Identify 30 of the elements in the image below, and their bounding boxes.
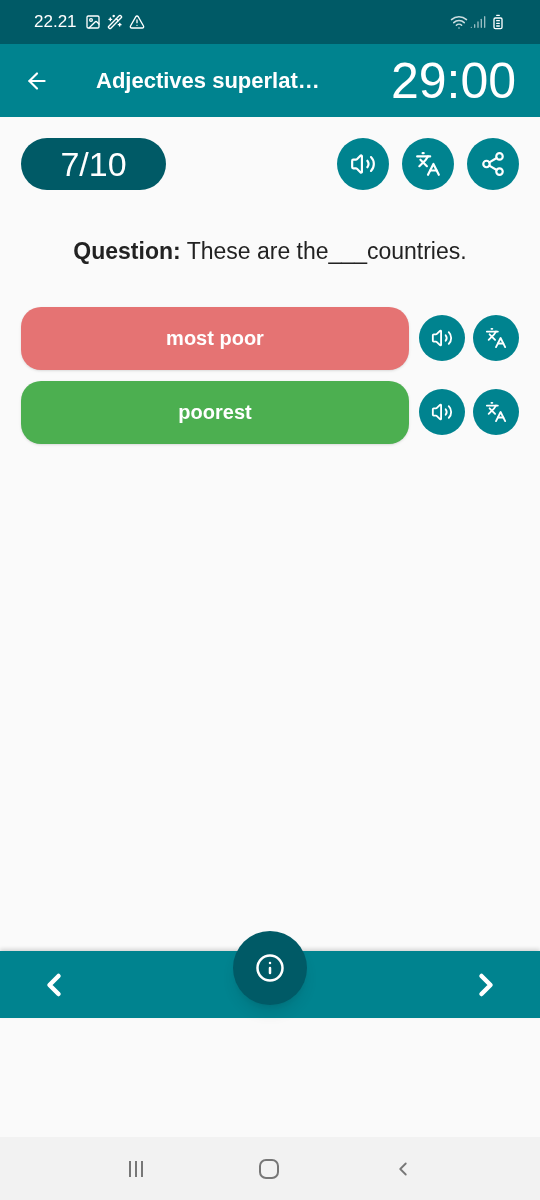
answer-option[interactable]: poorest: [21, 380, 409, 444]
translate-icon: [415, 151, 441, 177]
translate-icon: [485, 327, 507, 349]
translate-button[interactable]: [473, 315, 519, 361]
translate-button[interactable]: [402, 138, 454, 190]
progress-counter: 7/10: [21, 138, 166, 190]
share-button[interactable]: [467, 138, 519, 190]
status-time: 22.21: [34, 11, 77, 34]
wifi-icon: [450, 13, 468, 31]
answer-option[interactable]: most poor: [21, 306, 409, 370]
header-title: Adjectives superlat…: [96, 67, 320, 95]
image-icon: [84, 14, 101, 30]
wand-icon: [106, 14, 123, 30]
recent-apps-icon[interactable]: [126, 1158, 146, 1179]
warning-icon: [128, 14, 145, 30]
signal-icon: [470, 14, 486, 30]
timer: 29:00: [390, 55, 516, 106]
translate-button[interactable]: [473, 389, 519, 435]
speaker-icon: [350, 151, 376, 177]
share-icon: [480, 151, 506, 177]
info-icon: [255, 953, 285, 983]
speaker-button[interactable]: [419, 315, 465, 361]
home-icon[interactable]: [258, 1157, 280, 1180]
question-text: Question: These are the___countries.: [72, 237, 468, 266]
speaker-icon: [431, 327, 453, 349]
speaker-button[interactable]: [419, 389, 465, 435]
battery-icon: [490, 14, 506, 30]
translate-icon: [485, 401, 507, 423]
speaker-icon: [431, 401, 453, 423]
speaker-button[interactable]: [337, 138, 389, 190]
